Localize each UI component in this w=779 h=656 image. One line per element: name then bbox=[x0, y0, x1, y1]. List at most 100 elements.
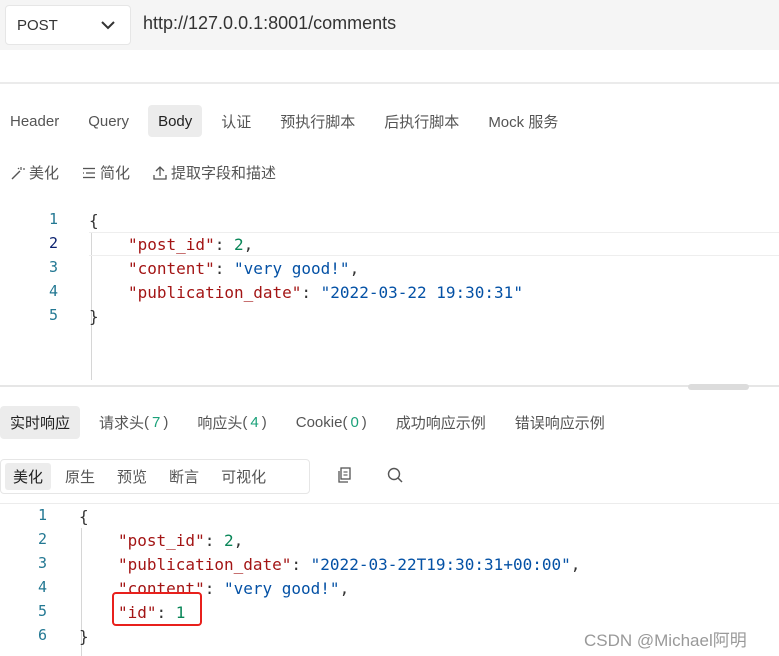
simplify-button[interactable]: 简化 bbox=[81, 162, 130, 183]
code-token: : bbox=[204, 578, 224, 598]
tab-0[interactable]: Header bbox=[0, 105, 69, 137]
line-number: 4 bbox=[48, 282, 58, 300]
paren: ( bbox=[242, 414, 248, 431]
code-token: , bbox=[243, 234, 254, 254]
tab-4[interactable]: 预执行脚本 bbox=[270, 105, 365, 137]
code-line: } bbox=[79, 624, 89, 648]
response-mode-0[interactable]: 美化 bbox=[5, 463, 52, 490]
search-icon[interactable] bbox=[386, 466, 404, 484]
request-bar: POST http://127.0.0.1:8001/comments bbox=[0, 0, 779, 50]
response-tab-2[interactable]: 响应头(4) bbox=[187, 406, 276, 439]
response-tab-label: 错误响应示例 bbox=[514, 415, 605, 432]
method-select[interactable]: POST bbox=[5, 5, 131, 45]
code-token: } bbox=[79, 626, 89, 646]
response-tab-5[interactable]: 错误响应示例 bbox=[505, 406, 615, 439]
code-token: : bbox=[214, 234, 234, 254]
response-tabs: 实时响应 请求头(7) 响应头(4) Cookie(0) 成功响应示例 错误响应示例 bbox=[0, 406, 624, 439]
code-token: "post_id" bbox=[118, 530, 205, 550]
code-token: "content" bbox=[128, 258, 215, 278]
tab-1[interactable]: Query bbox=[78, 105, 139, 137]
code-token: , bbox=[339, 578, 350, 598]
code-token: "publication_date" bbox=[128, 282, 302, 302]
response-tab-label: 响应头 bbox=[197, 415, 243, 432]
response-tab-label: 请求头 bbox=[99, 415, 145, 432]
response-tab-3[interactable]: Cookie(0) bbox=[286, 406, 377, 439]
code-line: "post_id": 2, bbox=[128, 232, 253, 256]
tab-6[interactable]: Mock 服务 bbox=[478, 105, 568, 137]
response-tab-4[interactable]: 成功响应示例 bbox=[386, 406, 496, 439]
code-token: "2022-03-22 19:30:31" bbox=[320, 282, 523, 302]
code-line: { bbox=[89, 208, 99, 232]
simplify-label: 简化 bbox=[100, 165, 131, 182]
upload-icon bbox=[153, 165, 167, 180]
tab-2[interactable]: Body bbox=[148, 105, 203, 137]
line-number: 3 bbox=[37, 554, 47, 572]
extract-label: 提取字段和描述 bbox=[171, 165, 277, 182]
code-token: , bbox=[233, 530, 244, 550]
line-number: 1 bbox=[48, 210, 58, 228]
response-mode-3[interactable]: 断言 bbox=[161, 463, 207, 490]
response-tab-count: 0 bbox=[350, 414, 359, 431]
copy-icon[interactable] bbox=[336, 466, 354, 484]
line-number: 4 bbox=[37, 578, 47, 596]
response-mode-1[interactable]: 原生 bbox=[57, 463, 103, 490]
response-mode-2[interactable]: 预览 bbox=[109, 463, 155, 490]
watermark: CSDN @Michael阿明 bbox=[584, 631, 747, 650]
code-token: } bbox=[89, 306, 99, 326]
response-mode-4[interactable]: 可视化 bbox=[213, 463, 274, 490]
code-line: } bbox=[89, 304, 99, 328]
extract-fields-button[interactable]: 提取字段和描述 bbox=[152, 162, 276, 183]
response-mode-toolbar: 美化 原生 预览 断言 可视化 bbox=[0, 459, 310, 494]
response-tab-count: 4 bbox=[250, 414, 259, 431]
panel-divider[interactable] bbox=[0, 385, 779, 387]
beautify-button[interactable]: 美化 bbox=[10, 162, 59, 183]
response-tab-label: Cookie bbox=[295, 414, 343, 431]
code-token: { bbox=[89, 210, 99, 230]
request-tabs: Header Query Body 认证 预执行脚本 后执行脚本 Mock 服务 bbox=[0, 104, 577, 138]
line-number: 3 bbox=[48, 258, 58, 276]
code-token: "post_id" bbox=[128, 234, 215, 254]
code-line: "post_id": 2, bbox=[118, 528, 243, 552]
code-token: , bbox=[349, 258, 360, 278]
code-token: : bbox=[204, 530, 224, 550]
code-token: "publication_date" bbox=[118, 554, 292, 574]
code-token: "2022-03-22T19:30:31+00:00" bbox=[310, 554, 571, 574]
beautify-label: 美化 bbox=[29, 165, 60, 182]
id-highlight-box bbox=[112, 592, 202, 626]
line-number: 6 bbox=[37, 626, 47, 644]
tab-3[interactable]: 认证 bbox=[211, 105, 261, 137]
method-value: POST bbox=[17, 16, 58, 34]
paren: ) bbox=[361, 414, 367, 431]
response-tab-label: 实时响应 bbox=[10, 415, 71, 432]
code-token: "very good!" bbox=[223, 578, 340, 598]
code-token: 2 bbox=[223, 530, 234, 550]
code-token: : bbox=[291, 554, 311, 574]
body-toolbar: 美化 简化 提取字段和描述 bbox=[10, 162, 298, 183]
code-token: , bbox=[570, 554, 581, 574]
paren: ) bbox=[261, 414, 267, 431]
line-number: 5 bbox=[48, 306, 58, 324]
line-number: 2 bbox=[37, 530, 47, 548]
divider bbox=[0, 82, 779, 84]
list-icon bbox=[83, 167, 96, 178]
response-tab-count: 7 bbox=[152, 414, 161, 431]
paren: ( bbox=[144, 414, 150, 431]
response-tab-1[interactable]: 请求头(7) bbox=[89, 406, 178, 439]
paren: ) bbox=[163, 414, 169, 431]
magic-wand-icon bbox=[11, 166, 25, 179]
code-line: { bbox=[79, 504, 89, 528]
paren: ( bbox=[342, 414, 348, 431]
response-tab-label: 成功响应示例 bbox=[395, 415, 486, 432]
code-line: "publication_date": "2022-03-22 19:30:31… bbox=[128, 280, 523, 304]
tab-5[interactable]: 后执行脚本 bbox=[374, 105, 469, 137]
code-token: : bbox=[214, 258, 234, 278]
line-number: 5 bbox=[37, 602, 47, 620]
code-token: : bbox=[301, 282, 321, 302]
line-number: 1 bbox=[37, 506, 47, 524]
response-tab-0[interactable]: 实时响应 bbox=[0, 406, 81, 439]
code-token: "very good!" bbox=[233, 258, 350, 278]
url-input[interactable]: http://127.0.0.1:8001/comments bbox=[143, 13, 396, 34]
request-body-editor[interactable]: 1{2 "post_id": 2, 3 "content": "very good!"… bbox=[0, 208, 779, 380]
scrollbar-thumb[interactable] bbox=[688, 384, 749, 390]
code-token: { bbox=[79, 506, 89, 526]
